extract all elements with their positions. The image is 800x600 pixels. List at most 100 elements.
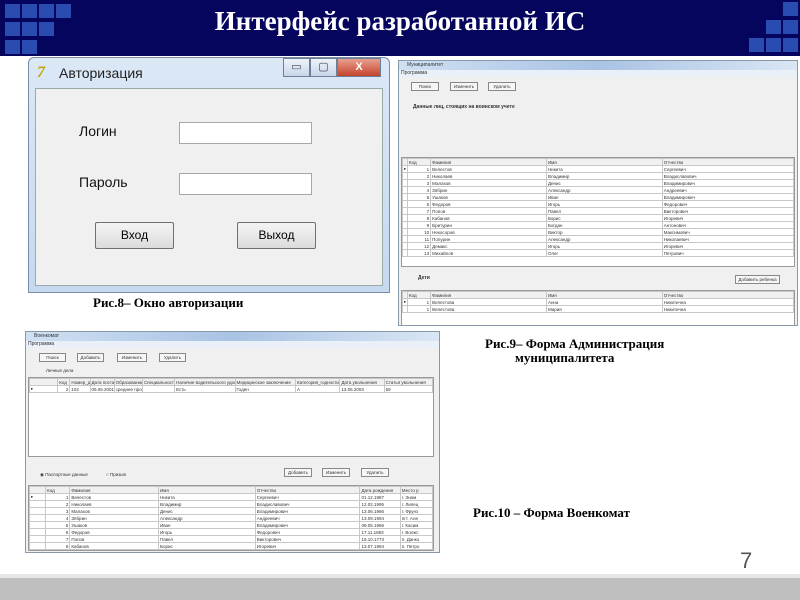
- table-header: Код Фамилия Имя Отчество: [402, 158, 795, 166]
- minimize-button[interactable]: ▭: [283, 58, 310, 77]
- column-header[interactable]: Образование: [113, 378, 143, 386]
- column-header[interactable]: Категория_годности: [294, 378, 341, 386]
- table-row[interactable]: 4 Зябрин Александр Андреевич 13.09.1994 пгт. …: [28, 514, 434, 522]
- edit-button[interactable]: Изменить: [450, 82, 478, 91]
- delete-button[interactable]: Удалить: [488, 82, 516, 91]
- table-cell: Некосоров: [430, 228, 547, 236]
- add-button[interactable]: Добавить: [77, 353, 104, 362]
- column-header[interactable]: Медицинское заключение: [234, 378, 296, 386]
- search-button[interactable]: Поиск: [39, 353, 66, 362]
- login-input[interactable]: [179, 122, 312, 144]
- table-row[interactable]: ▸210209.06.2001среднее профессиональноеЕ…: [28, 385, 434, 393]
- table-cell: Максимович: [661, 228, 795, 236]
- table-row[interactable]: 11 Полурин Александр Николаевич: [402, 235, 795, 243]
- table-row[interactable]: ▸ 1 Велестов Никита Сергеевич: [402, 165, 795, 173]
- table-cell: Никитична: [661, 305, 795, 313]
- lower-add-button[interactable]: Добавить: [284, 468, 312, 477]
- table-row[interactable]: 4 Зябрин Александр Андреевич: [402, 186, 795, 194]
- password-input[interactable]: [179, 173, 312, 195]
- table-cell: п. Данко: [399, 535, 434, 543]
- column-header[interactable]: Наличие водительского удостоверения: [174, 378, 236, 386]
- search-button[interactable]: Поиск: [411, 82, 439, 91]
- column-header[interactable]: Имя: [545, 158, 663, 166]
- table-row[interactable]: ▸ 1 Велестов Никита Сергеевич 01.12.1987 г. Зн…: [28, 493, 434, 501]
- exit-button[interactable]: Выход: [237, 222, 316, 249]
- caption-fig8: Рис.8– Окно авторизации: [93, 295, 244, 310]
- table-row[interactable]: 13 Михайлов Олег Петрович: [402, 249, 795, 257]
- column-header[interactable]: Отчество: [661, 291, 795, 299]
- table-row[interactable]: 9 Бритурин Богдан Антонович: [402, 221, 795, 229]
- edit-button[interactable]: Изменить: [117, 353, 147, 362]
- column-header[interactable]: Фамилия: [69, 486, 159, 494]
- table-row[interactable]: 12 Демакс Игорь Игоревич: [402, 242, 795, 250]
- column-header[interactable]: Код: [406, 291, 432, 299]
- table-cell: Никита: [157, 493, 256, 501]
- table-cell: 2: [45, 500, 71, 508]
- column-header[interactable]: Дата увольнения: [339, 378, 385, 386]
- table-cell: 8: [406, 214, 432, 222]
- menu-program[interactable]: Программа: [399, 70, 797, 77]
- table-cell: Игоревич: [661, 242, 795, 250]
- column-header[interactable]: Фамилия: [430, 291, 547, 299]
- column-header[interactable]: Имя: [545, 291, 663, 299]
- column-header[interactable]: Отчество: [254, 486, 361, 494]
- table-cell: Кабанов: [430, 214, 547, 222]
- table-row[interactable]: 10 Некосоров Виктор Максимович: [402, 228, 795, 236]
- lower-delete-button[interactable]: Удалить: [361, 468, 389, 477]
- column-header[interactable]: Фамилия: [430, 158, 547, 166]
- column-header[interactable]: Код: [57, 378, 71, 386]
- table-cell: Денис: [545, 179, 663, 187]
- column-header[interactable]: Код: [45, 486, 71, 494]
- radio-passport[interactable]: ◉ Паспортные данные: [40, 472, 88, 478]
- table-row[interactable]: 7 Попов Павел Викторович 16.10.1773 п. Данко: [28, 535, 434, 543]
- delete-button[interactable]: Удалить: [159, 353, 186, 362]
- table-row[interactable]: 6 Федоров Игорь Федорович 17.11.1983 г. Волжс: [28, 528, 434, 536]
- table-cell: Сергеевич: [254, 493, 361, 501]
- table-cell: 4: [406, 186, 432, 194]
- table-row[interactable]: 3 Малахов Денис Владимирович: [402, 179, 795, 187]
- column-header[interactable]: Дата рождения: [359, 486, 401, 494]
- table-row[interactable]: 5 Ушаков Иван Владимирович: [402, 193, 795, 201]
- menu-program[interactable]: Программа: [26, 341, 439, 348]
- radio-call[interactable]: ○ Призыв: [106, 472, 126, 477]
- maximize-button[interactable]: ▢: [310, 58, 337, 77]
- caption-fig10: Рис.10 – Форма Военкомат: [473, 505, 630, 520]
- table-row[interactable]: 2 Николаев Владимир Владиславович: [402, 172, 795, 180]
- table-cell: Игорь: [157, 528, 256, 536]
- table-cell: 6: [406, 200, 432, 208]
- table-cell: 13.06.2003: [339, 385, 385, 393]
- close-button[interactable]: X: [337, 58, 381, 77]
- column-header[interactable]: Отчество: [661, 158, 795, 166]
- table-cell: Михайлов: [430, 249, 547, 257]
- table-cell: Игорь: [545, 200, 663, 208]
- table-row[interactable]: ▸ 1 Велестова Анна Никитична: [402, 298, 795, 306]
- column-header[interactable]: Номер_дела: [69, 378, 91, 386]
- table-cell: Никитична: [661, 298, 795, 306]
- enter-button[interactable]: Вход: [95, 222, 174, 249]
- add-child-button[interactable]: Добавить ребенка: [735, 275, 780, 284]
- column-header[interactable]: Код: [406, 158, 432, 166]
- column-header[interactable]: Статья увольнения: [383, 378, 434, 386]
- table-cell: Велестов: [69, 493, 159, 501]
- page-number: 7: [740, 548, 753, 573]
- table-row[interactable]: 3 Малахов Денис Владимирович 13.06.1986 г. Фр…: [28, 507, 434, 515]
- table-row[interactable]: 7 Попов Павел Викторович: [402, 207, 795, 215]
- column-header[interactable]: Специальность: [141, 378, 176, 386]
- table-cell: Петрович: [661, 249, 795, 257]
- table-row[interactable]: 5 Ушаков Иван Владимирович 09.05.1966 г. Каси…: [28, 521, 434, 529]
- table-cell: Попов: [69, 535, 159, 543]
- table-row[interactable]: 8 Кабанов Борис Игоревич 13.07.1994 п. Петро: [28, 542, 434, 550]
- lower-edit-button[interactable]: Изменить: [322, 468, 350, 477]
- app-logo-icon: 7: [37, 64, 45, 81]
- footer-bar: [0, 574, 800, 600]
- column-header[interactable]: Место р: [399, 486, 434, 494]
- table-row[interactable]: 8 Кабанов Борис Игоревич: [402, 214, 795, 222]
- table-row[interactable]: 1 Велестова Мария Никитична: [402, 305, 795, 313]
- column-header[interactable]: Дата постан: [89, 378, 115, 386]
- column-header[interactable]: Имя: [157, 486, 256, 494]
- table-row[interactable]: 6 Федоров Игорь Федорович: [402, 200, 795, 208]
- table-row[interactable]: 2 Николаев Владимир Владиславович 12.02.1995…: [28, 500, 434, 508]
- table-cell: Андреевич: [661, 186, 795, 194]
- table-cell: 2: [57, 385, 71, 393]
- table-cell: 3: [45, 507, 71, 515]
